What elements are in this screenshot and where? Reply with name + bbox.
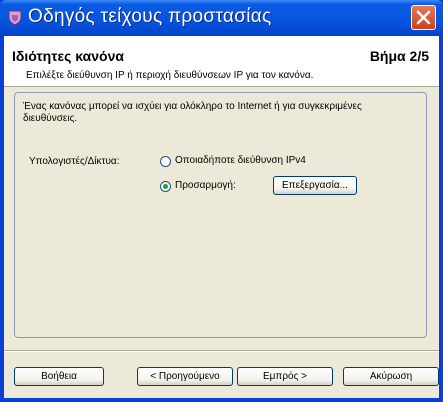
window-title: Οδηγός τείχους προστασίας <box>28 6 272 27</box>
next-button[interactable]: Εμπρός > <box>237 367 333 386</box>
computers-networks-label: Υπολογιστές/Δίκτυα: <box>29 156 120 167</box>
title-bar[interactable]: Οδηγός τείχους προστασίας <box>0 0 443 36</box>
back-button[interactable]: < Προηγούμενο <box>137 367 233 386</box>
cancel-button[interactable]: Ακύρωση <box>343 367 439 386</box>
close-button[interactable] <box>411 5 436 30</box>
radio-any-ipv4[interactable] <box>160 156 171 167</box>
firewall-shield-icon <box>6 9 24 27</box>
page-subtitle: Επιλέξτε διεύθυνση IP ή περιοχή διευθύνσ… <box>26 70 314 81</box>
rule-description: Ένας κανόνας μπορεί να ισχύει για ολόκλη… <box>23 101 362 124</box>
step-indicator: Βήμα 2/5 <box>369 48 429 64</box>
radio-any-ipv4-label[interactable]: Οποιαδήποτε διεύθυνση IPv4 <box>175 155 306 166</box>
firewall-wizard-window: Οδηγός τείχους προστασίας Ιδιότητες κανό… <box>0 0 443 402</box>
help-button[interactable]: Βοήθεια <box>14 367 104 386</box>
radio-custom-label[interactable]: Προσαρμογή: <box>175 180 236 191</box>
content-panel: Ένας κανόνας μπορεί να ισχύει για ολόκλη… <box>14 92 427 338</box>
page-title: Ιδιότητες κανόνα <box>12 48 124 64</box>
wizard-header: Ιδιότητες κανόνα Βήμα 2/5 Επιλέξτε διεύθ… <box>4 36 439 87</box>
footer-separator <box>4 350 439 352</box>
radio-selected-dot <box>163 184 168 189</box>
close-icon <box>416 10 431 25</box>
radio-custom[interactable] <box>160 181 171 192</box>
wizard-client-area: Ιδιότητες κανόνα Βήμα 2/5 Επιλέξτε διεύθ… <box>4 36 439 398</box>
edit-button[interactable]: Επεξεργασία... <box>273 176 357 195</box>
